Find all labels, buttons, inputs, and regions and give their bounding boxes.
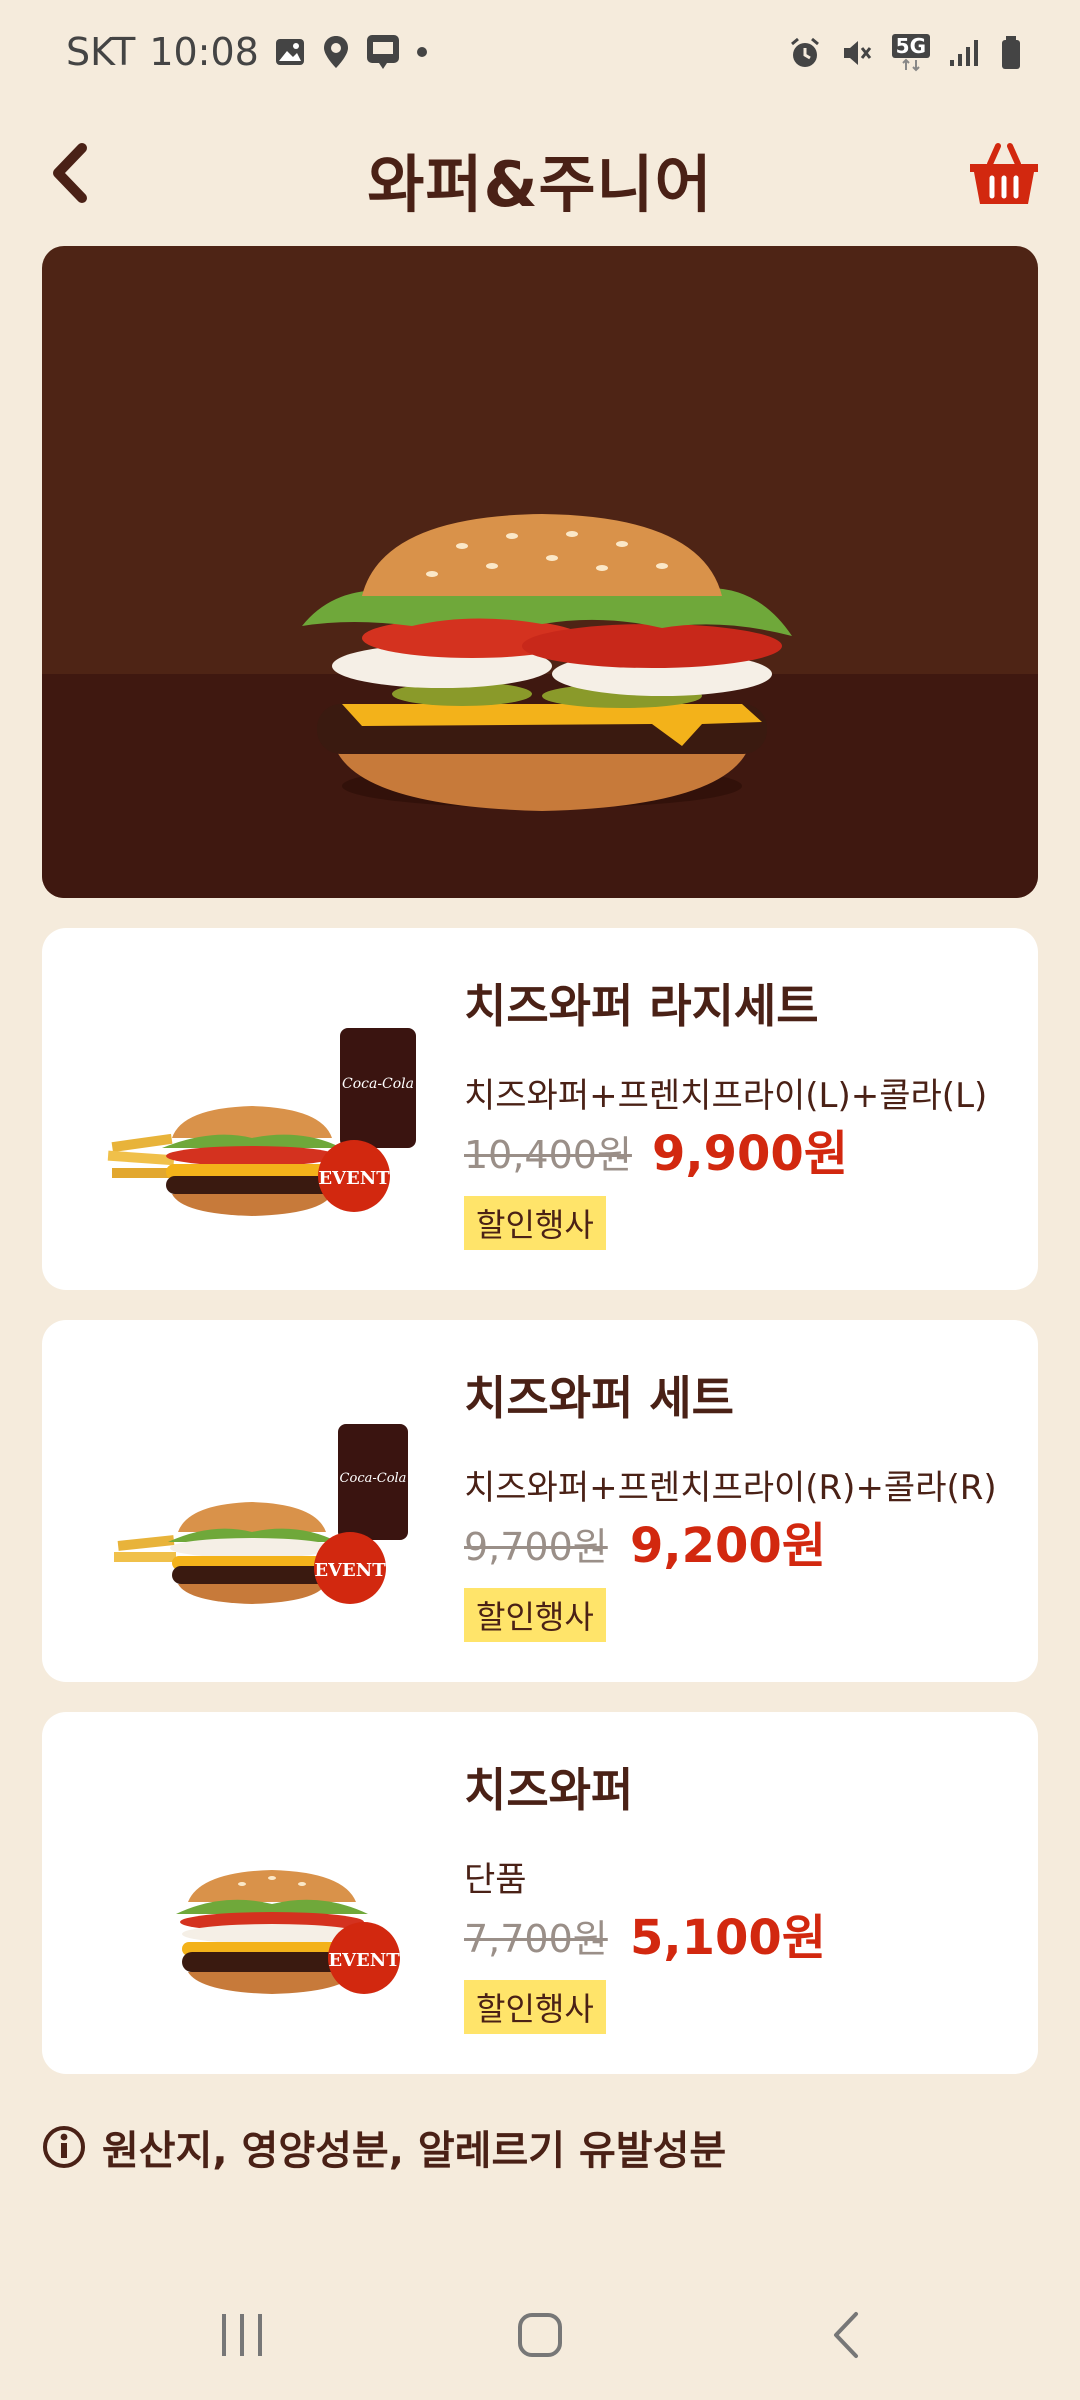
gallery-icon [275, 39, 304, 65]
location-icon [323, 36, 348, 68]
sale-price: 5,100원 [630, 1910, 826, 1966]
app-header: 와퍼&주니어 [0, 120, 1080, 230]
product-description: 단품 [464, 1860, 527, 1900]
product-burger-image: EVENT [176, 1870, 400, 1994]
basket-icon [970, 143, 1038, 204]
back-arrow-icon [834, 2312, 858, 2358]
sale-price: 9,900원 [652, 1126, 848, 1182]
recent-apps-button[interactable] [202, 2300, 282, 2370]
clock: 10:08 [149, 30, 259, 74]
page-title: 와퍼&주니어 [367, 148, 713, 221]
original-price: 9,700원 [464, 1525, 608, 1569]
system-back-button[interactable] [806, 2300, 886, 2370]
product-card[interactable]: Coca-Cola EVENT 치즈와퍼 세트 치즈와퍼+프렌치프라이(R)+콜… [42, 1320, 1038, 1682]
recent-apps-icon [222, 2314, 262, 2356]
network-indicator: 5G [891, 34, 930, 72]
cola-logo-text: Coca-Cola [342, 1076, 414, 1092]
product-name: 치즈와퍼 [464, 1763, 634, 1817]
cola-logo-text: Coca-Cola [340, 1471, 407, 1486]
product-name: 치즈와퍼 라지세트 [464, 979, 819, 1033]
hero-banner [42, 246, 1038, 898]
battery-icon [1002, 36, 1020, 69]
nutrition-info-link[interactable]: 원산지, 영양성분, 알레르기 유발성분 [42, 2118, 726, 2176]
original-price: 7,700원 [464, 1917, 608, 1961]
carrier-label: SKT [66, 30, 136, 74]
status-bar: SKT 10:08 5G [0, 0, 1080, 110]
sale-price: 9,200원 [630, 1518, 826, 1574]
product-name: 치즈와퍼 세트 [464, 1371, 734, 1425]
network-type-label: 5G [891, 34, 930, 58]
home-icon [518, 2313, 562, 2357]
cart-button[interactable] [966, 138, 1042, 214]
product-set-image: Coca-Cola EVENT [114, 1424, 408, 1604]
product-card[interactable]: Coca-Cola EVENT 치즈와퍼 라지세트 치즈와퍼+프렌치프라이(L)… [42, 928, 1038, 1290]
product-description: 치즈와퍼+프렌치프라이(L)+콜라(L) [464, 1076, 988, 1116]
signal-icon [950, 40, 978, 66]
original-price: 10,400원 [464, 1133, 632, 1177]
home-button[interactable] [500, 2300, 580, 2370]
product-card[interactable]: EVENT 치즈와퍼 단품 7,700원 5,100원 할인행사 [42, 1712, 1038, 2074]
discount-badge: 할인행사 [464, 1196, 606, 1250]
event-badge-text: EVENT [318, 1168, 390, 1189]
notification-dot-icon [416, 47, 427, 57]
event-badge-text: EVENT [328, 1950, 400, 1971]
product-set-image: Coca-Cola EVENT [107, 1028, 416, 1216]
system-nav-bar [0, 2290, 1080, 2380]
info-link-text: 원산지, 영양성분, 알레르기 유발성분 [102, 2128, 727, 2174]
mute-icon [843, 41, 871, 65]
hero-burger-image [302, 514, 792, 811]
data-arrows-icon [902, 58, 920, 72]
product-description: 치즈와퍼+프렌치프라이(R)+콜라(R) [464, 1468, 997, 1508]
discount-badge: 할인행사 [464, 1588, 606, 1642]
info-icon [43, 2126, 85, 2168]
blog-app-icon [366, 35, 399, 69]
event-badge-text: EVENT [314, 1560, 386, 1581]
alarm-icon [790, 37, 819, 67]
discount-badge: 할인행사 [464, 1980, 606, 2034]
